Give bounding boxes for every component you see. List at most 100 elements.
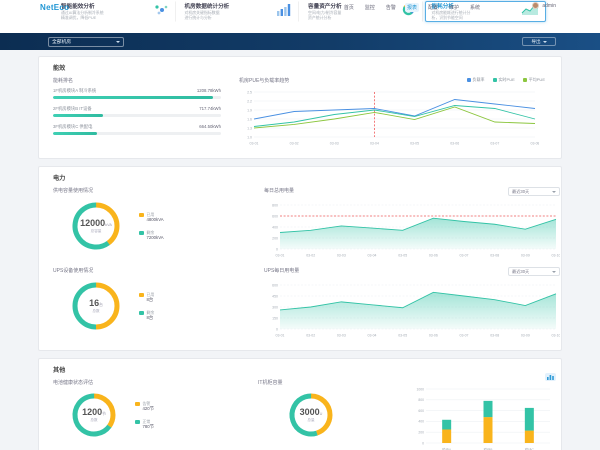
feature-card-desc: 进行统计与分析: [185, 16, 230, 21]
donut-legend-value: 8台: [147, 315, 155, 321]
feature-card-0[interactable]: 智能能效分析通过AI算法分析制冷系统精准调优，降低PUE: [54, 1, 176, 22]
chevron-down-icon: [116, 41, 120, 43]
ranking-bar-fill: [53, 96, 213, 99]
svg-text:0: 0: [276, 247, 278, 251]
panel-other: 其他 电池健康状态评估 1200节 总数 告警420节正常780节 IT机柜容量: [38, 358, 562, 450]
svg-text:03-05: 03-05: [410, 142, 419, 146]
daily-power-title: 每日总用电量: [264, 187, 294, 194]
topnav-link-6[interactable]: 系统: [468, 3, 482, 12]
rack-total-unit: U: [320, 412, 323, 416]
feature-card-desc: 析，识别节能空间: [432, 16, 471, 21]
rack-donut-title: IT机柜容量: [258, 379, 408, 386]
panel-power-title: 电力: [53, 173, 547, 182]
ranking-line: 1F机房模块A 制冷系统1208.78kWh: [53, 88, 221, 94]
svg-text:1.3: 1.3: [247, 126, 252, 130]
capacity-total-value: 12000: [80, 218, 105, 228]
donut-legend-value: 780节: [143, 424, 154, 430]
donut-legend-item-1: 剩余8台: [139, 310, 154, 321]
battery-donut-title: 电池健康状态评估: [53, 379, 258, 386]
donut-legend-item-0: 已用8台: [139, 292, 154, 303]
donut-legend-text: 已用8台: [147, 292, 155, 303]
ups-donut-legend: 已用8台剩余8台: [139, 292, 154, 320]
donut-legend-value: 7200kVA: [147, 235, 164, 241]
svg-text:03-01: 03-01: [276, 254, 285, 258]
svg-text:03-10: 03-10: [552, 254, 560, 258]
ranking-row-1: 2F机房模块B IT设备717.74kWh: [53, 106, 221, 117]
daily-power-block: 每日总用电量 最近30天 800600400200003-0103-0203-0…: [258, 187, 560, 263]
donut-legend-item-0: 告警420节: [135, 401, 154, 412]
topnav-link-4[interactable]: 配置: [426, 3, 440, 12]
battery-donut-chart: 1200节 总数: [69, 390, 119, 440]
ups-power-range-dropdown[interactable]: 最近30天: [508, 267, 560, 276]
chevron-down-icon: [543, 41, 547, 43]
capacity-donut-title: 供电容量使用情况: [53, 187, 258, 194]
svg-text:03-03: 03-03: [330, 142, 339, 146]
feature-card-1[interactable]: 机房数据统计分析对机房关键指标数据进行统计与分析: [178, 1, 300, 22]
svg-text:03-04: 03-04: [368, 254, 377, 258]
donut-legend-text: 已用4800kVA: [147, 212, 164, 223]
topnav-link-1[interactable]: 监控: [363, 3, 377, 12]
chart-switch-icon[interactable]: [545, 373, 556, 381]
scatter-icon: [153, 3, 169, 21]
ranking-bar-track: [53, 114, 221, 117]
donut-legend-text: 剩余8台: [147, 310, 155, 321]
svg-text:03-08: 03-08: [490, 254, 499, 258]
svg-text:03-03: 03-03: [337, 334, 346, 338]
ranking-value: 664.50kWh: [199, 124, 221, 130]
topnav-link-3[interactable]: 报表: [405, 3, 419, 12]
capacity-donut-block: 供电容量使用情况 12000kVA 总容量 已用4800kVA剩余7200kVA: [53, 187, 258, 263]
topnav-link-2[interactable]: 告警: [384, 3, 398, 12]
trend-legend-item-2: 平均PUE: [523, 77, 545, 83]
svg-text:03-05: 03-05: [398, 334, 407, 338]
svg-text:03-01: 03-01: [250, 142, 259, 146]
range-value: 最近30天: [512, 189, 529, 195]
feature-card-text: 容量资产分析空间/电力/制冷容量资产统计分析: [308, 2, 342, 21]
legend-square-icon: [135, 402, 140, 407]
svg-text:03-10: 03-10: [552, 334, 560, 338]
chevron-down-icon: [552, 191, 556, 193]
donut-legend-item-0: 已用4800kVA: [139, 212, 164, 223]
toolbar-action-label: 导出: [531, 39, 540, 45]
mini-bars-icon: [547, 375, 554, 380]
capacity-donut-legend: 已用4800kVA剩余7200kVA: [139, 212, 164, 240]
legend-square-icon: [139, 231, 144, 236]
topnav-link-0[interactable]: 首页: [342, 3, 356, 12]
ranking-label: 3F机房模块C 供配电: [53, 124, 92, 130]
feature-card-title: 机房数据统计分析: [185, 2, 230, 10]
trend-legend: 负载率实时PUE平均PUE: [467, 77, 545, 83]
legend-label: 负载率: [473, 77, 485, 83]
donut-legend-value: 4800kVA: [147, 217, 164, 223]
svg-text:2.2: 2.2: [247, 99, 252, 103]
ranking-bar-fill: [53, 114, 103, 117]
svg-text:1.6: 1.6: [247, 117, 252, 121]
svg-text:03-04: 03-04: [370, 142, 379, 146]
svg-text:03-07: 03-07: [460, 334, 469, 338]
panel-energy-title: 能效: [53, 63, 547, 72]
toolbar-action-button[interactable]: 导出: [522, 37, 556, 46]
donut-legend-label: 剩余: [147, 310, 155, 315]
ups-donut-title: UPS设备使用情况: [53, 267, 258, 274]
ups-power-block: UPS每日用电量 最近30天 600450300150003-0103-0203…: [258, 267, 560, 343]
rack-donut-block: IT机柜容量 3000U 总量: [258, 379, 408, 450]
topnav-link-5[interactable]: 维护: [447, 3, 461, 12]
ranking-line: 2F机房模块B IT设备717.74kWh: [53, 106, 221, 112]
svg-text:450: 450: [272, 294, 278, 298]
chevron-down-icon: [552, 271, 556, 273]
svg-text:1.0: 1.0: [247, 135, 252, 139]
energy-ranking: 能耗排名 1F机房模块A 制冷系统1208.78kWh2F机房模块B IT设备7…: [53, 77, 221, 151]
rack-total-sub: 总量: [307, 418, 314, 423]
neteco-logo: NetEco: [40, 3, 69, 12]
feature-card-text: 机房数据统计分析对机房关键指标数据进行统计与分析: [185, 2, 230, 21]
ups-total-sub: 总数: [92, 309, 99, 314]
username[interactable]: admin: [542, 3, 556, 9]
svg-text:600: 600: [272, 283, 278, 287]
svg-text:03-06: 03-06: [429, 254, 438, 258]
user-avatar[interactable]: [532, 2, 539, 9]
site-select-dropdown[interactable]: 全部机房: [48, 37, 124, 47]
ups-donut-chart: 16台 总数: [69, 279, 123, 333]
daily-power-range-dropdown[interactable]: 最近30天: [508, 187, 560, 196]
svg-text:800: 800: [418, 398, 424, 402]
svg-text:03-02: 03-02: [306, 254, 315, 258]
ranking-line: 3F机房模块C 供配电 664.50kWh: [53, 124, 221, 130]
ranking-bar-track: [53, 132, 221, 135]
